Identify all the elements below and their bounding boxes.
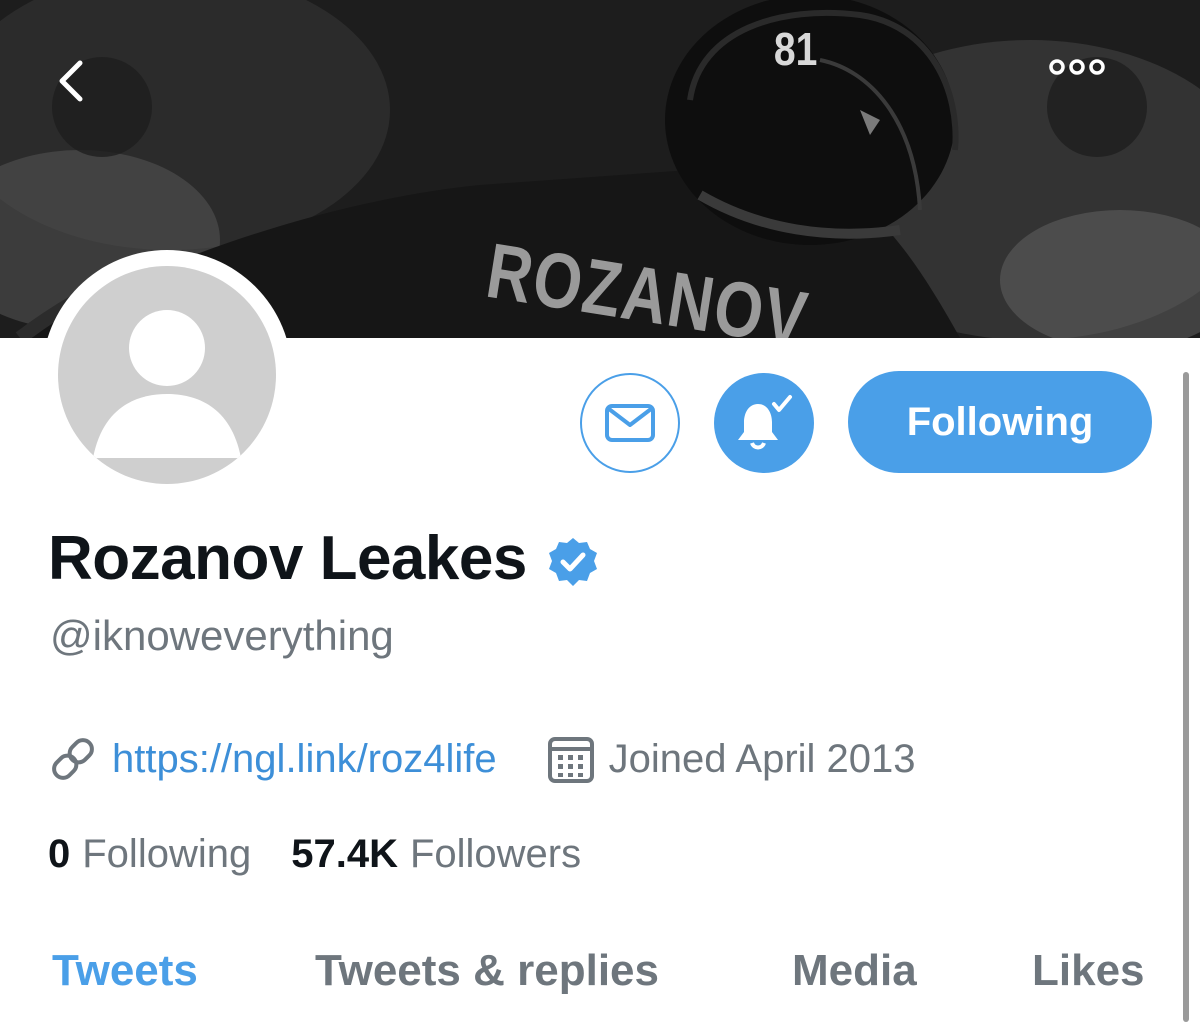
- default-avatar-icon: [58, 266, 276, 484]
- joined-date: Joined April 2013: [608, 736, 916, 781]
- followers-stat[interactable]: 57.4K Followers: [291, 832, 581, 877]
- tab-media[interactable]: Media: [792, 946, 917, 996]
- chevron-left-icon: [59, 60, 83, 102]
- calendar-icon: [547, 737, 594, 783]
- tab-tweets-and-replies[interactable]: Tweets & replies: [315, 946, 659, 996]
- verified-badge-icon: [548, 537, 597, 586]
- name-row: Rozanov Leakes: [48, 523, 599, 594]
- profile-meta: https://ngl.link/roz4life Joined April 2…: [48, 734, 916, 784]
- followers-label: Followers: [409, 832, 582, 876]
- profile-link[interactable]: https://ngl.link/roz4life: [112, 737, 497, 782]
- profile-tabs: Tweets Tweets & replies Media Likes: [0, 940, 1200, 1024]
- profile-page: 81 ROZANOV Following Rozanov Leakes @ikn…: [0, 0, 1200, 1024]
- tab-tweets[interactable]: Tweets: [52, 946, 198, 996]
- ellipsis-icon: [1049, 59, 1105, 75]
- tab-likes[interactable]: Likes: [1032, 946, 1145, 996]
- avatar[interactable]: [42, 250, 292, 500]
- helmet-number: 81: [773, 23, 818, 75]
- more-options-button[interactable]: [1047, 57, 1147, 157]
- bell-check-icon: [738, 395, 792, 450]
- message-button[interactable]: [580, 373, 680, 473]
- envelope-icon: [605, 404, 655, 442]
- notifications-button[interactable]: [714, 373, 814, 473]
- scrollbar[interactable]: [1183, 372, 1189, 1022]
- following-stat[interactable]: 0 Following: [48, 832, 251, 877]
- back-button[interactable]: [52, 57, 152, 157]
- user-handle: @iknoweverything: [50, 612, 394, 659]
- link-icon: [52, 738, 94, 780]
- display-name: Rozanov Leakes: [48, 524, 527, 593]
- following-count: 0: [48, 832, 71, 876]
- followers-count: 57.4K: [291, 832, 398, 876]
- following-button[interactable]: Following: [848, 371, 1152, 473]
- follow-stats: 0 Following 57.4K Followers: [48, 832, 581, 877]
- following-label: Following: [82, 832, 252, 876]
